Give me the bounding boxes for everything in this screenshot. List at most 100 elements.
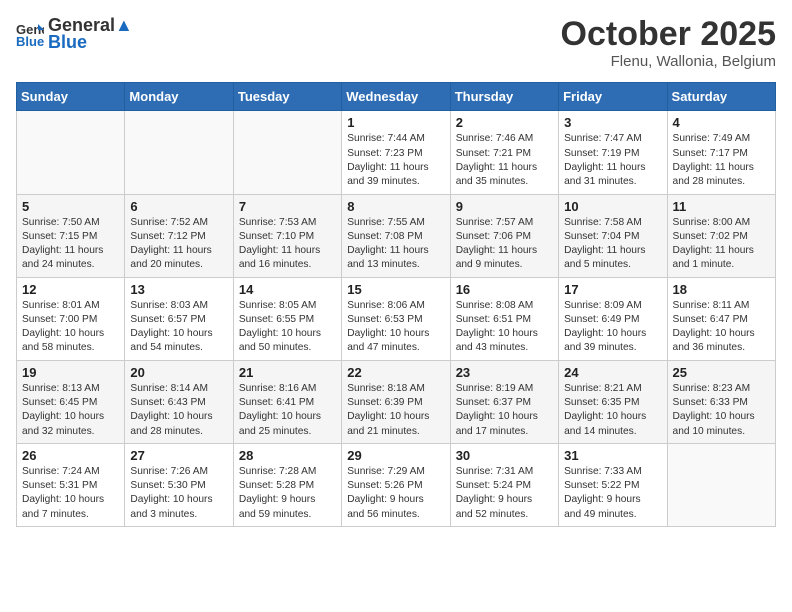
day-number: 15 xyxy=(347,282,444,297)
calendar-cell: 2 Sunrise: 7:46 AM Sunset: 7:21 PM Daylig… xyxy=(450,111,558,194)
calendar-cell: 15 Sunrise: 8:06 AM Sunset: 6:53 PM Dayli… xyxy=(342,277,450,360)
day-number: 21 xyxy=(239,365,336,380)
day-info: Sunrise: 7:44 AM Sunset: 7:23 PM Dayligh… xyxy=(347,132,444,189)
day-info: Sunrise: 8:16 AM Sunset: 6:41 PM Dayligh… xyxy=(239,382,336,439)
day-info: Sunrise: 7:31 AM Sunset: 5:24 PM Dayligh… xyxy=(456,465,553,522)
day-number: 2 xyxy=(456,115,553,130)
calendar-cell: 20Sunrise: 8:14 AM Sunset: 6:43 PM Dayli… xyxy=(125,360,233,443)
day-info: Sunrise: 8:13 AM Sunset: 6:45 PM Dayligh… xyxy=(22,382,119,439)
day-info: Sunrise: 8:08 AM Sunset: 6:51 PM Dayligh… xyxy=(456,299,553,356)
day-info: Sunrise: 7:50 AM Sunset: 7:15 PM Dayligh… xyxy=(22,216,119,273)
calendar-cell: 24Sunrise: 8:21 AM Sunset: 6:35 PM Dayli… xyxy=(559,360,667,443)
calendar-cell: 19 Sunrise: 8:13 AM Sunset: 6:45 PM Dayli… xyxy=(17,360,125,443)
day-info: Sunrise: 8:01 AM Sunset: 7:00 PM Dayligh… xyxy=(22,299,119,356)
day-number: 30 xyxy=(456,448,553,463)
day-number: 1 xyxy=(347,115,444,130)
calendar-cell: 3 Sunrise: 7:47 AM Sunset: 7:19 PM Daylig… xyxy=(559,111,667,194)
calendar-cell: 28 Sunrise: 7:28 AM Sunset: 5:28 PM Dayli… xyxy=(233,443,341,526)
day-info: Sunrise: 7:57 AM Sunset: 7:06 PM Dayligh… xyxy=(456,216,553,273)
weekday-header-saturday: Saturday xyxy=(667,83,775,111)
day-info: Sunrise: 7:33 AM Sunset: 5:22 PM Dayligh… xyxy=(564,465,661,522)
day-number: 4 xyxy=(673,115,770,130)
day-number: 6 xyxy=(130,199,227,214)
day-number: 5 xyxy=(22,199,119,214)
day-number: 25 xyxy=(673,365,770,380)
day-number: 7 xyxy=(239,199,336,214)
month-title: October 2025 xyxy=(561,16,776,53)
calendar-cell: 13 Sunrise: 8:03 AM Sunset: 6:57 PM Dayli… xyxy=(125,277,233,360)
calendar-cell: 21 Sunrise: 8:16 AM Sunset: 6:41 PM Dayli… xyxy=(233,360,341,443)
weekday-header-thursday: Thursday xyxy=(450,83,558,111)
day-info: Sunrise: 7:28 AM Sunset: 5:28 PM Dayligh… xyxy=(239,465,336,522)
logo-icon-triangle: ▲ xyxy=(115,15,133,35)
day-info: Sunrise: 8:23 AM Sunset: 6:33 PM Dayligh… xyxy=(673,382,770,439)
day-info: Sunrise: 7:53 AM Sunset: 7:10 PM Dayligh… xyxy=(239,216,336,273)
day-number: 24 xyxy=(564,365,661,380)
calendar-cell: 5 Sunrise: 7:50 AM Sunset: 7:15 PM Daylig… xyxy=(17,194,125,277)
calendar-cell: 12 Sunrise: 8:01 AM Sunset: 7:00 PM Dayli… xyxy=(17,277,125,360)
calendar-cell: 14 Sunrise: 8:05 AM Sunset: 6:55 PM Dayli… xyxy=(233,277,341,360)
week-row-4: 19 Sunrise: 8:13 AM Sunset: 6:45 PM Dayli… xyxy=(17,360,776,443)
day-number: 11 xyxy=(673,199,770,214)
logo-icon: General Blue xyxy=(16,20,44,48)
calendar-cell: 25 Sunrise: 8:23 AM Sunset: 6:33 PM Dayli… xyxy=(667,360,775,443)
weekday-header-tuesday: Tuesday xyxy=(233,83,341,111)
day-number: 3 xyxy=(564,115,661,130)
calendar-cell: 26Sunrise: 7:24 AM Sunset: 5:31 PM Dayli… xyxy=(17,443,125,526)
day-number: 23 xyxy=(456,365,553,380)
location-title: Flenu, Wallonia, Belgium xyxy=(561,53,776,70)
day-info: Sunrise: 7:55 AM Sunset: 7:08 PM Dayligh… xyxy=(347,216,444,273)
day-number: 28 xyxy=(239,448,336,463)
day-number: 22 xyxy=(347,365,444,380)
week-row-2: 5 Sunrise: 7:50 AM Sunset: 7:15 PM Daylig… xyxy=(17,194,776,277)
day-info: Sunrise: 8:09 AM Sunset: 6:49 PM Dayligh… xyxy=(564,299,661,356)
calendar-cell xyxy=(125,111,233,194)
week-row-3: 12 Sunrise: 8:01 AM Sunset: 7:00 PM Dayli… xyxy=(17,277,776,360)
day-number: 13 xyxy=(130,282,227,297)
day-info: Sunrise: 8:03 AM Sunset: 6:57 PM Dayligh… xyxy=(130,299,227,356)
title-area: October 2025 Flenu, Wallonia, Belgium xyxy=(561,16,776,70)
calendar-cell xyxy=(667,443,775,526)
calendar-cell: 17Sunrise: 8:09 AM Sunset: 6:49 PM Dayli… xyxy=(559,277,667,360)
day-info: Sunrise: 8:19 AM Sunset: 6:37 PM Dayligh… xyxy=(456,382,553,439)
calendar-cell: 6 Sunrise: 7:52 AM Sunset: 7:12 PM Daylig… xyxy=(125,194,233,277)
day-number: 29 xyxy=(347,448,444,463)
day-number: 27 xyxy=(130,448,227,463)
calendar-cell: 31 Sunrise: 7:33 AM Sunset: 5:22 PM Dayli… xyxy=(559,443,667,526)
day-info: Sunrise: 7:47 AM Sunset: 7:19 PM Dayligh… xyxy=(564,132,661,189)
calendar-cell: 1 Sunrise: 7:44 AM Sunset: 7:23 PM Daylig… xyxy=(342,111,450,194)
day-number: 10 xyxy=(564,199,661,214)
day-number: 12 xyxy=(22,282,119,297)
day-info: Sunrise: 7:52 AM Sunset: 7:12 PM Dayligh… xyxy=(130,216,227,273)
day-info: Sunrise: 8:06 AM Sunset: 6:53 PM Dayligh… xyxy=(347,299,444,356)
calendar-cell: 22Sunrise: 8:18 AM Sunset: 6:39 PM Dayli… xyxy=(342,360,450,443)
header: General Blue General▲ Blue October 2025 … xyxy=(16,16,776,70)
calendar-cell: 30 Sunrise: 7:31 AM Sunset: 5:24 PM Dayli… xyxy=(450,443,558,526)
day-number: 19 xyxy=(22,365,119,380)
day-number: 26 xyxy=(22,448,119,463)
logo: General Blue General▲ Blue xyxy=(16,16,133,53)
day-info: Sunrise: 7:58 AM Sunset: 7:04 PM Dayligh… xyxy=(564,216,661,273)
calendar-cell: 18Sunrise: 8:11 AM Sunset: 6:47 PM Dayli… xyxy=(667,277,775,360)
calendar-cell xyxy=(17,111,125,194)
day-info: Sunrise: 7:29 AM Sunset: 5:26 PM Dayligh… xyxy=(347,465,444,522)
calendar-cell: 8Sunrise: 7:55 AM Sunset: 7:08 PM Daylig… xyxy=(342,194,450,277)
day-info: Sunrise: 7:49 AM Sunset: 7:17 PM Dayligh… xyxy=(673,132,770,189)
week-row-5: 26Sunrise: 7:24 AM Sunset: 5:31 PM Dayli… xyxy=(17,443,776,526)
weekday-header-monday: Monday xyxy=(125,83,233,111)
calendar-cell: 23 Sunrise: 8:19 AM Sunset: 6:37 PM Dayli… xyxy=(450,360,558,443)
calendar-cell: 9 Sunrise: 7:57 AM Sunset: 7:06 PM Daylig… xyxy=(450,194,558,277)
weekday-header-wednesday: Wednesday xyxy=(342,83,450,111)
day-info: Sunrise: 8:00 AM Sunset: 7:02 PM Dayligh… xyxy=(673,216,770,273)
day-info: Sunrise: 8:05 AM Sunset: 6:55 PM Dayligh… xyxy=(239,299,336,356)
day-info: Sunrise: 8:14 AM Sunset: 6:43 PM Dayligh… xyxy=(130,382,227,439)
calendar-cell: 11 Sunrise: 8:00 AM Sunset: 7:02 PM Dayli… xyxy=(667,194,775,277)
day-info: Sunrise: 7:46 AM Sunset: 7:21 PM Dayligh… xyxy=(456,132,553,189)
day-number: 14 xyxy=(239,282,336,297)
calendar-cell: 7 Sunrise: 7:53 AM Sunset: 7:10 PM Daylig… xyxy=(233,194,341,277)
day-number: 31 xyxy=(564,448,661,463)
day-number: 9 xyxy=(456,199,553,214)
weekday-header-sunday: Sunday xyxy=(17,83,125,111)
calendar-cell: 27Sunrise: 7:26 AM Sunset: 5:30 PM Dayli… xyxy=(125,443,233,526)
svg-text:Blue: Blue xyxy=(16,34,44,48)
